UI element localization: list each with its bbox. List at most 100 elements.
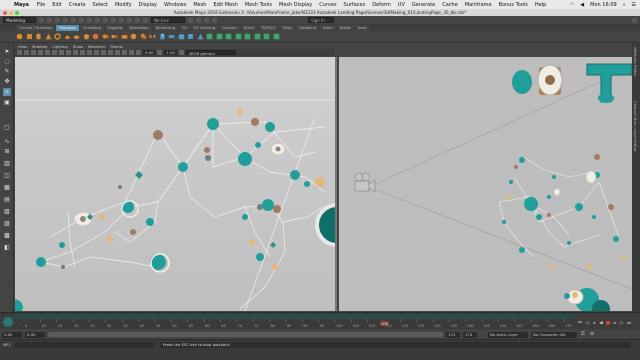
ipr-render-icon[interactable] — [196, 17, 202, 23]
menu-edit[interactable]: Edit — [52, 2, 62, 8]
connect-icon[interactable] — [225, 33, 232, 40]
minimize-window-button[interactable] — [9, 10, 13, 15]
step-back-frame-icon[interactable]: ◂ — [591, 321, 597, 327]
select-tool-icon[interactable]: ➤ — [3, 47, 11, 55]
custom-layout-icon[interactable]: ◧ — [3, 243, 11, 251]
snap-surface-icon[interactable] — [143, 17, 149, 23]
go-to-end-icon[interactable]: ⏭ — [626, 321, 632, 327]
panel-menu-renderer[interactable]: Renderer — [88, 44, 105, 49]
panel-menu-panels[interactable]: Panels — [110, 44, 122, 49]
snap-plane-icon[interactable] — [135, 17, 141, 23]
command-input[interactable] — [14, 342, 154, 348]
planar-map-icon[interactable] — [254, 33, 261, 40]
multi-cut-icon[interactable] — [206, 33, 213, 40]
wireframe-icon[interactable] — [80, 50, 85, 55]
super-shape-icon[interactable] — [92, 33, 99, 40]
uv-layout-icon[interactable]: ▨ — [3, 219, 11, 227]
volume-icon[interactable]: ◀ — [580, 2, 584, 8]
combine-icon[interactable] — [102, 33, 109, 40]
current-frame-marker[interactable]: 100 — [380, 321, 390, 326]
textured-icon[interactable] — [94, 50, 99, 55]
range-slider-handle[interactable] — [48, 332, 443, 337]
select-component-icon[interactable] — [95, 17, 101, 23]
shadows-icon[interactable] — [108, 50, 113, 55]
app-menu-maya[interactable]: Maya — [14, 2, 29, 8]
menu-file[interactable]: File — [37, 2, 45, 8]
panel-menu-view[interactable]: View — [18, 44, 27, 49]
anim-layer-dropdown[interactable]: No Anim Layer — [488, 331, 528, 338]
poly-disc-icon[interactable] — [73, 33, 80, 40]
resolution-gate-icon[interactable] — [52, 50, 57, 55]
tab-attribute-editor[interactable]: Attribute Editor — [633, 47, 638, 76]
menu-curves[interactable]: Curves — [319, 2, 336, 8]
live-surface-field[interactable]: No Live Surface — [151, 17, 186, 28]
lasso-tool-icon[interactable]: ◌ — [3, 57, 11, 65]
hypershade-icon[interactable] — [212, 17, 218, 23]
render-layout-icon[interactable]: ▩ — [3, 231, 11, 239]
signin-button[interactable]: Sign In — [308, 17, 335, 23]
step-back-key-icon[interactable]: ◁ — [584, 321, 590, 327]
select-object-icon[interactable] — [87, 17, 93, 23]
extrude-icon[interactable] — [159, 33, 166, 40]
script-language-label[interactable]: MEL — [3, 342, 11, 347]
menu-create[interactable]: Create — [69, 2, 86, 8]
menu-modify[interactable]: Modify — [115, 2, 132, 8]
poly-torus-icon[interactable] — [54, 33, 61, 40]
poly-sphere-icon[interactable] — [16, 33, 23, 40]
menu-bonus-tools[interactable]: Bonus Tools — [499, 2, 528, 8]
menu-generate[interactable]: Generate — [412, 2, 435, 8]
extract-icon[interactable] — [121, 33, 128, 40]
menu-mesh[interactable]: Mesh — [193, 2, 206, 8]
image-plane-icon[interactable] — [31, 50, 36, 55]
timeline-ruler[interactable]: 5 10 15 20 25 30 35 40 45 50 55 60 65 70 75 80 85 90 95 100… — [14, 319, 574, 329]
snap-point-icon[interactable] — [127, 17, 133, 23]
field-chart-icon[interactable] — [66, 50, 71, 55]
four-view-icon[interactable]: ⊞ — [3, 147, 11, 155]
mirror-icon[interactable] — [149, 33, 156, 40]
gate-mask-icon[interactable] — [59, 50, 64, 55]
panel-menu-lighting[interactable]: Lighting — [52, 44, 67, 49]
two-view-icon[interactable]: ◫ — [3, 171, 11, 179]
poly-cylinder-icon[interactable] — [35, 33, 42, 40]
search-icon[interactable]: ⌕ — [623, 2, 626, 8]
zoom-window-button[interactable] — [15, 10, 19, 15]
separate-icon[interactable] — [111, 33, 118, 40]
view-transform-dropdown[interactable]: sRGB gamma — [185, 50, 236, 56]
paint-select-icon[interactable]: ✎ — [3, 67, 11, 75]
exposure-field[interactable]: 0.00 — [143, 50, 156, 55]
quad-draw-icon[interactable] — [235, 33, 242, 40]
snap-grid-icon[interactable] — [111, 17, 117, 23]
gamma-field[interactable]: 1.00 — [164, 50, 177, 55]
ambient-occlusion-icon[interactable] — [115, 50, 120, 55]
end-time-field[interactable]: 174 — [463, 331, 477, 338]
select-hierarchy-icon[interactable] — [79, 17, 85, 23]
xray-icon[interactable] — [136, 50, 141, 55]
grid-toggle-icon[interactable] — [38, 50, 43, 55]
poly-plane-icon[interactable] — [64, 33, 71, 40]
go-to-start-icon[interactable]: ⏮ — [577, 321, 583, 327]
antialiasing-icon[interactable] — [122, 50, 127, 55]
tab-channel-box[interactable]: Channel Box / Layer Editor — [633, 101, 638, 152]
uv-editor-icon[interactable] — [244, 33, 251, 40]
graph-layout-icon[interactable]: ▧ — [3, 207, 11, 215]
smooth-icon[interactable] — [130, 33, 137, 40]
safe-action-icon[interactable] — [73, 50, 78, 55]
menu-mainframe[interactable]: Mainframe — [465, 2, 492, 8]
list-icon[interactable]: ☰ — [632, 2, 636, 8]
menu-cache[interactable]: Cache — [442, 2, 458, 8]
redo-icon[interactable] — [71, 17, 77, 23]
prefs-icon[interactable]: ⚙ — [589, 332, 595, 338]
render-icon[interactable] — [188, 17, 194, 23]
step-forward-frame-icon[interactable]: ▸ — [612, 321, 618, 327]
target-weld-icon[interactable] — [216, 33, 223, 40]
play-backward-icon[interactable]: ◀ — [598, 321, 604, 327]
start-time-field[interactable]: 0.00 — [2, 331, 22, 338]
fill-hole-icon[interactable] — [187, 33, 194, 40]
append-icon[interactable] — [197, 33, 204, 40]
smooth-shade-icon[interactable] — [87, 50, 92, 55]
single-view-icon[interactable]: ▢ — [3, 123, 11, 131]
bookmark-icon[interactable] — [24, 50, 29, 55]
auto-key-icon[interactable]: ⚿ — [580, 332, 586, 338]
playback-end-field[interactable]: 174 — [446, 331, 460, 338]
wifi-icon[interactable]: ◠ — [570, 2, 574, 8]
